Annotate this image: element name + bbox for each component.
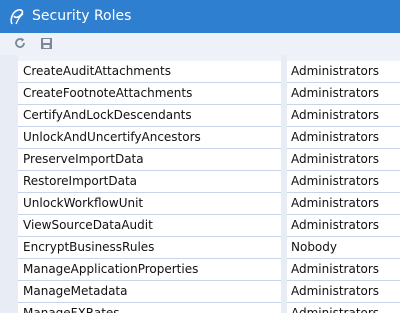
security-role-name-cell[interactable]: CertifyAndLockDescendants	[18, 105, 283, 127]
security-role-name-cell[interactable]: ManageFXRates	[18, 303, 283, 313]
security-role-name-cell[interactable]: CreateAuditAttachments	[18, 61, 283, 83]
security-role-group-cell[interactable]: Administrators	[285, 303, 400, 313]
table-row[interactable]: UnlockWorkflowUnit Administrators	[18, 193, 400, 215]
table-row[interactable]: ViewSourceDataAudit Administrators	[18, 215, 400, 237]
roles-grid-area: CreateAuditAttachments Administrators Crea…	[0, 55, 400, 313]
security-role-group-cell[interactable]: Nobody	[285, 237, 400, 259]
security-role-group-cell[interactable]: Administrators	[285, 193, 400, 215]
title-bar: Security Roles	[0, 0, 400, 33]
security-role-name-cell[interactable]: UnlockAndUncertifyAncestors	[18, 127, 283, 149]
table-row[interactable]: ManageApplicationProperties Administrator…	[18, 259, 400, 281]
table-row[interactable]: ManageFXRates Administrators	[18, 303, 400, 313]
security-role-group-cell[interactable]: Administrators	[285, 149, 400, 171]
security-role-name-cell[interactable]: CreateFootnoteAttachments	[18, 83, 283, 105]
refresh-button[interactable]	[12, 36, 28, 52]
security-role-name-cell[interactable]: EncryptBusinessRules	[18, 237, 283, 259]
app-logo-icon	[6, 6, 28, 28]
table-row[interactable]: EncryptBusinessRules Nobody	[18, 237, 400, 259]
save-icon	[40, 35, 53, 54]
security-role-group-cell[interactable]: Administrators	[285, 105, 400, 127]
security-role-group-cell[interactable]: Administrators	[285, 259, 400, 281]
save-button[interactable]	[38, 36, 54, 52]
table-row[interactable]: PreserveImportData Administrators	[18, 149, 400, 171]
table-row[interactable]: RestoreImportData Administrators	[18, 171, 400, 193]
window-title: Security Roles	[32, 8, 132, 24]
security-role-name-cell[interactable]: UnlockWorkflowUnit	[18, 193, 283, 215]
security-role-name-cell[interactable]: RestoreImportData	[18, 171, 283, 193]
security-role-name-cell[interactable]: ManageApplicationProperties	[18, 259, 283, 281]
table-row[interactable]: CreateAuditAttachments Administrators	[18, 61, 400, 83]
security-role-group-cell[interactable]: Administrators	[285, 61, 400, 83]
security-role-group-cell[interactable]: Administrators	[285, 171, 400, 193]
security-role-group-cell[interactable]: Administrators	[285, 127, 400, 149]
row-gutter	[0, 55, 18, 313]
column-splitter[interactable]	[281, 55, 287, 313]
security-role-name-cell[interactable]: ViewSourceDataAudit	[18, 215, 283, 237]
refresh-icon	[13, 35, 27, 54]
roles-grid: CreateAuditAttachments Administrators Crea…	[18, 61, 400, 313]
table-row[interactable]: CreateFootnoteAttachments Administrators	[18, 83, 400, 105]
security-role-group-cell[interactable]: Administrators	[285, 281, 400, 303]
security-role-group-cell[interactable]: Administrators	[285, 215, 400, 237]
security-role-name-cell[interactable]: PreserveImportData	[18, 149, 283, 171]
table-row[interactable]: CertifyAndLockDescendants Administrators	[18, 105, 400, 127]
table-row[interactable]: ManageMetadata Administrators	[18, 281, 400, 303]
toolbar	[0, 33, 400, 55]
security-role-name-cell[interactable]: ManageMetadata	[18, 281, 283, 303]
security-role-group-cell[interactable]: Administrators	[285, 83, 400, 105]
table-row[interactable]: UnlockAndUncertifyAncestors Administrator…	[18, 127, 400, 149]
